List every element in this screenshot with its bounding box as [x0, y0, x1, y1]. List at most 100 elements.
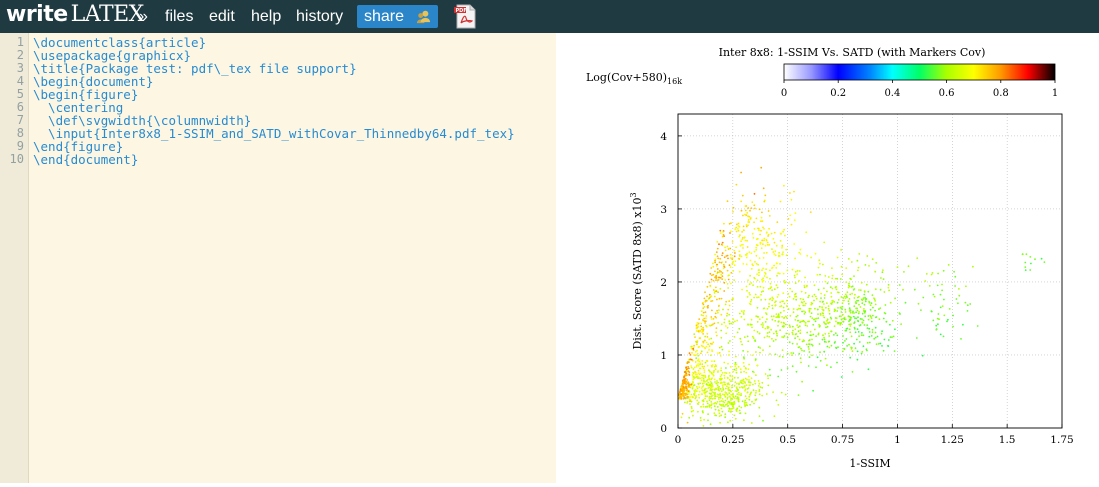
data-point: [784, 281, 787, 284]
data-point: [781, 253, 784, 256]
data-point: [839, 307, 842, 309]
data-point: [696, 364, 698, 367]
data-point: [711, 360, 713, 363]
pdf-icon[interactable]: PDF: [454, 4, 478, 29]
nav-files[interactable]: files: [165, 0, 193, 33]
data-point: [763, 228, 765, 230]
data-point: [830, 344, 833, 347]
data-point: [761, 281, 764, 283]
data-point: [731, 256, 734, 259]
data-point: [727, 278, 730, 281]
data-point: [768, 303, 770, 305]
data-point: [854, 331, 857, 334]
data-point: [786, 352, 789, 355]
data-point: [740, 392, 742, 395]
code-line[interactable]: \end{document}: [33, 153, 138, 166]
data-point: [839, 278, 842, 280]
data-point: [758, 229, 760, 232]
data-point: [736, 319, 739, 322]
data-point: [819, 359, 822, 362]
data-point: [702, 311, 705, 314]
data-point: [703, 317, 706, 320]
data-point: [695, 330, 698, 332]
data-point: [757, 296, 760, 299]
data-point: [824, 333, 827, 335]
data-point: [750, 252, 753, 255]
data-point: [856, 309, 859, 312]
data-point: [762, 187, 765, 190]
nav-help[interactable]: help: [251, 0, 281, 33]
data-point: [702, 314, 704, 317]
data-point: [699, 372, 702, 375]
data-point: [726, 377, 729, 380]
data-point: [858, 303, 860, 306]
data-point: [753, 204, 756, 207]
data-point: [815, 366, 817, 369]
data-point: [761, 211, 763, 214]
data-point: [764, 194, 767, 197]
data-point: [861, 321, 864, 324]
data-point: [857, 316, 859, 319]
nav-history[interactable]: history: [296, 0, 343, 33]
data-point: [752, 284, 754, 286]
writelatex-logo[interactable]: write LATEX: [6, 2, 144, 27]
data-point: [770, 328, 772, 331]
data-point: [721, 235, 724, 238]
data-point: [861, 302, 864, 305]
data-point: [731, 397, 733, 400]
data-point: [854, 293, 856, 296]
data-point: [755, 262, 758, 265]
data-point: [852, 310, 854, 313]
nav-arrow[interactable]: »: [139, 0, 148, 33]
data-point: [772, 237, 775, 240]
data-point: [799, 307, 802, 310]
chart-title: Inter 8x8: 1-SSIM Vs. SATD (with Markers…: [719, 46, 986, 59]
data-point: [700, 350, 703, 353]
data-point: [776, 296, 779, 298]
x-tick-label: 1: [894, 434, 901, 446]
data-point: [775, 300, 777, 303]
data-point: [816, 273, 819, 276]
data-point: [863, 303, 866, 306]
data-point: [803, 350, 805, 352]
data-point: [924, 280, 927, 282]
share-button[interactable]: share: [357, 5, 438, 28]
x-tick-label: 1.5: [999, 434, 1016, 446]
data-point: [741, 343, 743, 346]
data-point: [684, 374, 687, 377]
data-point: [707, 419, 709, 422]
data-point: [723, 222, 725, 225]
data-point: [809, 315, 812, 318]
data-point: [720, 369, 722, 372]
data-point: [853, 326, 856, 329]
data-point: [758, 257, 761, 259]
data-point: [678, 397, 681, 400]
data-point: [726, 245, 729, 248]
data-point: [828, 346, 831, 349]
data-point: [714, 261, 716, 264]
data-point: [726, 393, 729, 396]
code-editor[interactable]: \documentclass{article} \usepackage{graph…: [29, 33, 556, 483]
data-point: [686, 421, 689, 424]
data-point: [725, 332, 728, 335]
data-point: [716, 406, 719, 408]
data-point: [725, 300, 728, 303]
data-point: [702, 385, 705, 387]
data-point: [966, 310, 969, 312]
nav-edit[interactable]: edit: [209, 0, 235, 33]
data-point: [823, 294, 826, 296]
data-point: [727, 421, 729, 424]
data-point: [775, 313, 778, 315]
data-point: [718, 409, 720, 412]
data-point: [714, 253, 716, 256]
data-point: [782, 251, 784, 254]
data-point: [723, 318, 726, 321]
data-point: [792, 352, 795, 354]
data-point: [749, 303, 752, 306]
data-point: [679, 388, 682, 391]
data-point: [939, 333, 942, 336]
x-tick-label: 0.25: [721, 434, 744, 446]
data-point: [698, 386, 701, 389]
data-point: [821, 306, 823, 308]
data-point: [736, 396, 739, 398]
